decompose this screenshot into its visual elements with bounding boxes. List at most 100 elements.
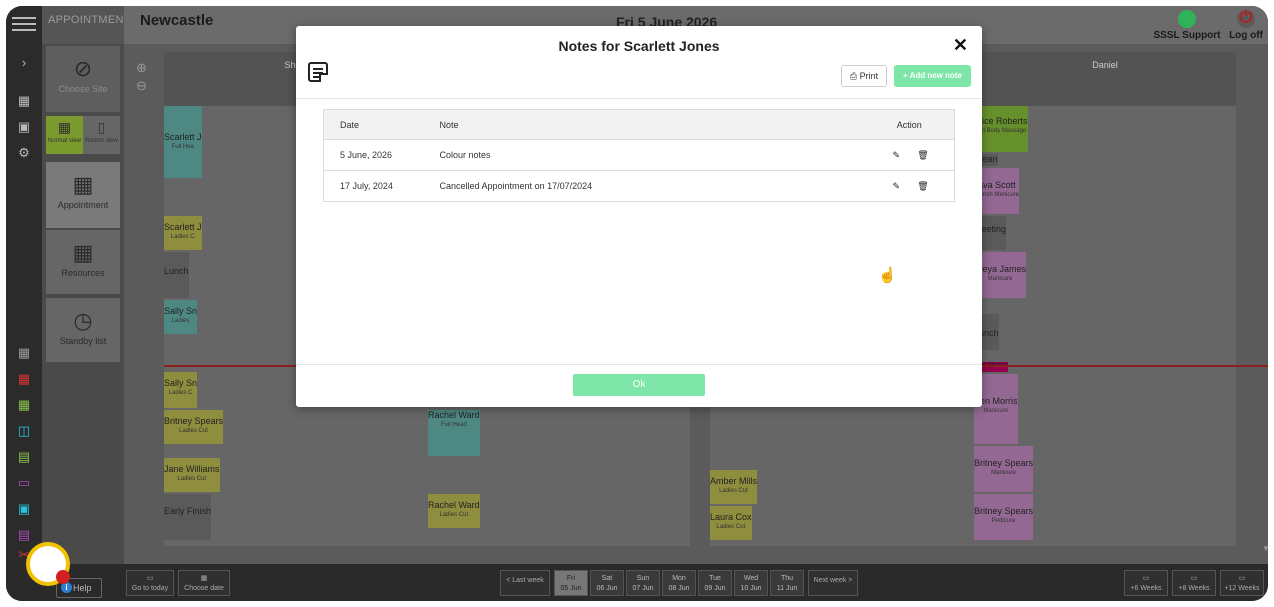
id-card-icon[interactable]: ▣ bbox=[14, 118, 34, 136]
bag-icon[interactable]: ◫ bbox=[12, 422, 36, 440]
zoom-in-icon[interactable]: ⊕ bbox=[136, 60, 147, 76]
plus-6-weeks-button[interactable]: ▭ +6 Weeks bbox=[1124, 570, 1168, 596]
scroll-down-icon[interactable]: ▼ bbox=[1262, 544, 1268, 553]
appointment-block[interactable]: Alice Roberts Full Body Massage bbox=[974, 106, 1028, 152]
day-date: 05 Jun bbox=[560, 585, 582, 592]
calendar-icon[interactable]: ▦ bbox=[14, 92, 34, 110]
appointment-block[interactable]: Laura Cox Ladies Cut bbox=[710, 506, 752, 540]
day-button[interactable]: Tue 09 Jun bbox=[698, 570, 732, 596]
last-week-button[interactable]: < Last week bbox=[500, 570, 550, 596]
appointment-service: Ladies Cut bbox=[177, 476, 207, 482]
appointment-block[interactable]: Early Finish bbox=[164, 494, 212, 540]
grid-icon[interactable]: ▦ bbox=[12, 396, 36, 414]
calendar-icon: ▦ bbox=[72, 240, 94, 265]
menu-icon[interactable] bbox=[12, 14, 36, 32]
day-date: 10 Jun bbox=[740, 585, 762, 592]
door-icon: ▯ bbox=[97, 119, 106, 135]
go-today-button[interactable]: ▭ Go to today bbox=[126, 570, 174, 596]
column-header-note: Note bbox=[423, 109, 865, 140]
standby-button[interactable]: ◷ Standby list bbox=[46, 298, 120, 362]
calendar-icon: ▭ bbox=[1142, 575, 1150, 582]
printer-icon: ⎙ bbox=[849, 71, 858, 81]
gear-icon[interactable]: ⚙ bbox=[14, 144, 34, 162]
chevron-right-icon[interactable]: › bbox=[14, 54, 34, 72]
plus-12-weeks-button[interactable]: ▭ +12 Weeks bbox=[1220, 570, 1264, 596]
note-date: 17 July, 2024 bbox=[323, 170, 424, 202]
day-dow: Tue bbox=[709, 575, 721, 582]
normal-view-button[interactable]: ▦ Normal view bbox=[46, 116, 83, 154]
appointment-book-icon[interactable]: ▦ bbox=[12, 344, 36, 362]
document-icon[interactable]: ▤ bbox=[12, 526, 36, 544]
appointment-block[interactable]: Rachel Ward Full Head bbox=[428, 410, 480, 456]
add-note-button[interactable]: + Add new note bbox=[894, 65, 971, 87]
resources-label: Resources bbox=[61, 268, 105, 278]
table-row: 5 June, 2026 Colour notes ✎ 🗑 bbox=[323, 139, 955, 171]
column-header-date: Date bbox=[323, 109, 424, 140]
appointment-block[interactable]: Sally Sn Ladies C bbox=[164, 372, 198, 408]
logoff-button[interactable]: ⏻ Log off bbox=[1228, 10, 1264, 42]
print-button[interactable]: ⎙ Print bbox=[841, 65, 887, 87]
support-label: SSSL Support bbox=[1153, 30, 1221, 41]
appointment-block[interactable]: Sally Sn Ladies bbox=[164, 300, 198, 334]
day-button[interactable]: Thu 11 Jun bbox=[770, 570, 804, 596]
close-icon[interactable]: ✕ bbox=[953, 35, 968, 56]
divider bbox=[296, 98, 982, 99]
view-toggle: ▦ Normal view ▯ Rooms view bbox=[46, 116, 120, 154]
appointment-name: Sally Sn bbox=[164, 378, 198, 388]
zoom-out-icon[interactable]: ⊖ bbox=[136, 78, 147, 94]
choose-date-label: Choose date bbox=[184, 585, 224, 592]
appointment-block[interactable]: Scarlett J Full Hea bbox=[164, 106, 202, 178]
appointment-block[interactable]: Lunch bbox=[164, 252, 189, 298]
choose-site-button[interactable]: ⊘ Choose Site bbox=[46, 46, 120, 112]
calendar-red-icon[interactable]: ▦ bbox=[12, 370, 36, 388]
day-button[interactable]: Sat 06 Jun bbox=[590, 570, 624, 596]
hand-cursor-icon: ☝ bbox=[878, 267, 897, 284]
trash-icon[interactable]: 🗑 bbox=[917, 150, 928, 161]
appointment-service: Full Head bbox=[441, 422, 467, 428]
support-button[interactable]: SSSL Support bbox=[1152, 10, 1222, 41]
plus-8-weeks-button[interactable]: ▭ +8 Weeks bbox=[1172, 570, 1216, 596]
day-date: 08 Jun bbox=[668, 585, 690, 592]
avatar[interactable] bbox=[26, 542, 70, 586]
appointment-service: Ladies Cut bbox=[716, 524, 746, 530]
appointment-service: Manicure bbox=[991, 470, 1016, 476]
appointment-label: Appointment bbox=[57, 200, 109, 210]
calendar-icon: ▭ bbox=[1190, 575, 1198, 582]
resources-button[interactable]: ▦ Resources bbox=[46, 230, 120, 294]
appointment-button[interactable]: ▦ Appointment bbox=[46, 162, 120, 228]
appointment-block[interactable]: Scarlett J Ladies C bbox=[164, 216, 202, 250]
staff-column: Alice Roberts Full Body Massage Clean Ava… bbox=[974, 106, 1236, 546]
day-button[interactable]: Wed 10 Jun bbox=[734, 570, 768, 596]
day-dow: Thu bbox=[780, 575, 794, 582]
appointment-name: Ava Scott bbox=[977, 180, 1016, 190]
choose-date-button[interactable]: ▦ Choose date bbox=[178, 570, 230, 596]
next-week-button[interactable]: Next week > bbox=[808, 570, 858, 596]
site-name[interactable]: Newcastle bbox=[140, 12, 213, 29]
monitor-icon[interactable]: ▣ bbox=[12, 500, 36, 518]
pencil-icon[interactable]: ✎ bbox=[891, 181, 901, 192]
notes-table: Date Note Action 5 June, 2026 Colour not… bbox=[323, 109, 955, 202]
appointment-block[interactable]: Britney Spears Manicure bbox=[974, 446, 1034, 492]
check-circle-icon: ⊘ bbox=[73, 56, 93, 81]
chart-icon[interactable]: ▤ bbox=[12, 448, 36, 466]
appointment-block[interactable]: Britney Spears Ladies Cut bbox=[164, 410, 224, 444]
appointment-block[interactable]: Jane Williams Ladies Cut bbox=[164, 458, 220, 492]
day-button[interactable]: Mon 08 Jun bbox=[662, 570, 696, 596]
appointment-block[interactable]: Britney Spears Pedicure bbox=[974, 494, 1034, 540]
trash-icon[interactable]: 🗑 bbox=[917, 181, 928, 192]
day-button[interactable]: Fri 05 Jun bbox=[554, 570, 588, 596]
appointment-name: Britney Spears bbox=[974, 506, 1034, 516]
appointment-block[interactable]: Amber Mills Ladies Cut bbox=[710, 470, 758, 504]
bottom-bar: Help ▭Go to today ▦Choose date < Last we… bbox=[6, 564, 1268, 601]
day-date: 06 Jun bbox=[596, 585, 618, 592]
appointment-name: Jane Williams bbox=[164, 464, 220, 474]
appointment-name: Scarlett J bbox=[164, 132, 202, 142]
message-icon[interactable]: ▭ bbox=[12, 474, 36, 492]
day-button[interactable]: Sun 07 Jun bbox=[626, 570, 660, 596]
appointment-block[interactable]: Rachel Ward Ladies Cut bbox=[428, 494, 480, 528]
pencil-icon[interactable]: ✎ bbox=[891, 150, 901, 161]
go-today-label: Go to today bbox=[131, 585, 169, 592]
ok-button[interactable]: Ok bbox=[573, 374, 705, 396]
rooms-view-button[interactable]: ▯ Rooms view bbox=[83, 116, 120, 154]
appointment-service: Ladies C bbox=[170, 234, 195, 240]
